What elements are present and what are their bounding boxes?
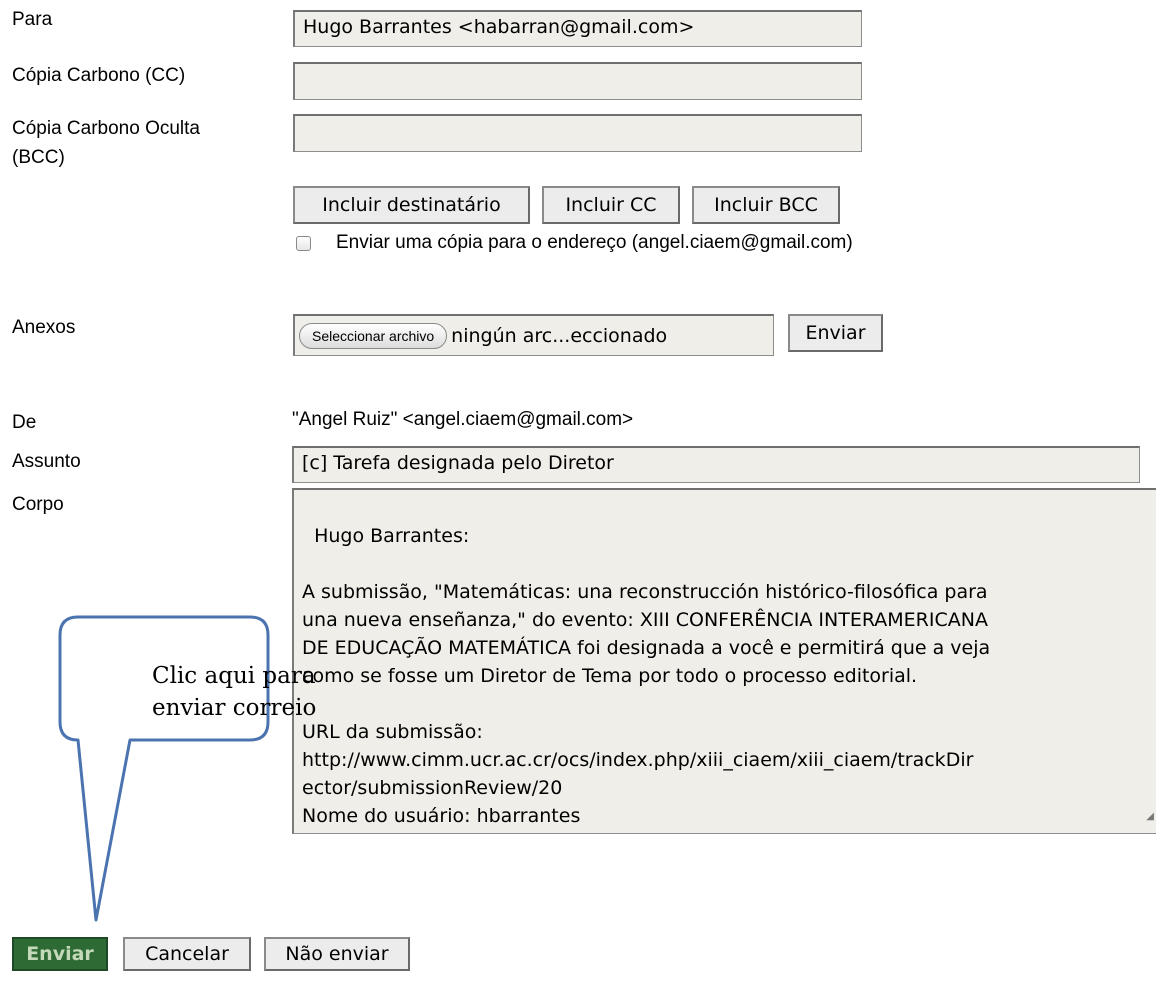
- cancel-button[interactable]: Cancelar: [123, 937, 251, 971]
- skip-button[interactable]: Não enviar: [264, 937, 410, 971]
- send-button[interactable]: Enviar: [12, 937, 108, 971]
- callout-text: Clic aqui para enviar correio: [152, 663, 317, 721]
- callout-balloon: [58, 615, 270, 922]
